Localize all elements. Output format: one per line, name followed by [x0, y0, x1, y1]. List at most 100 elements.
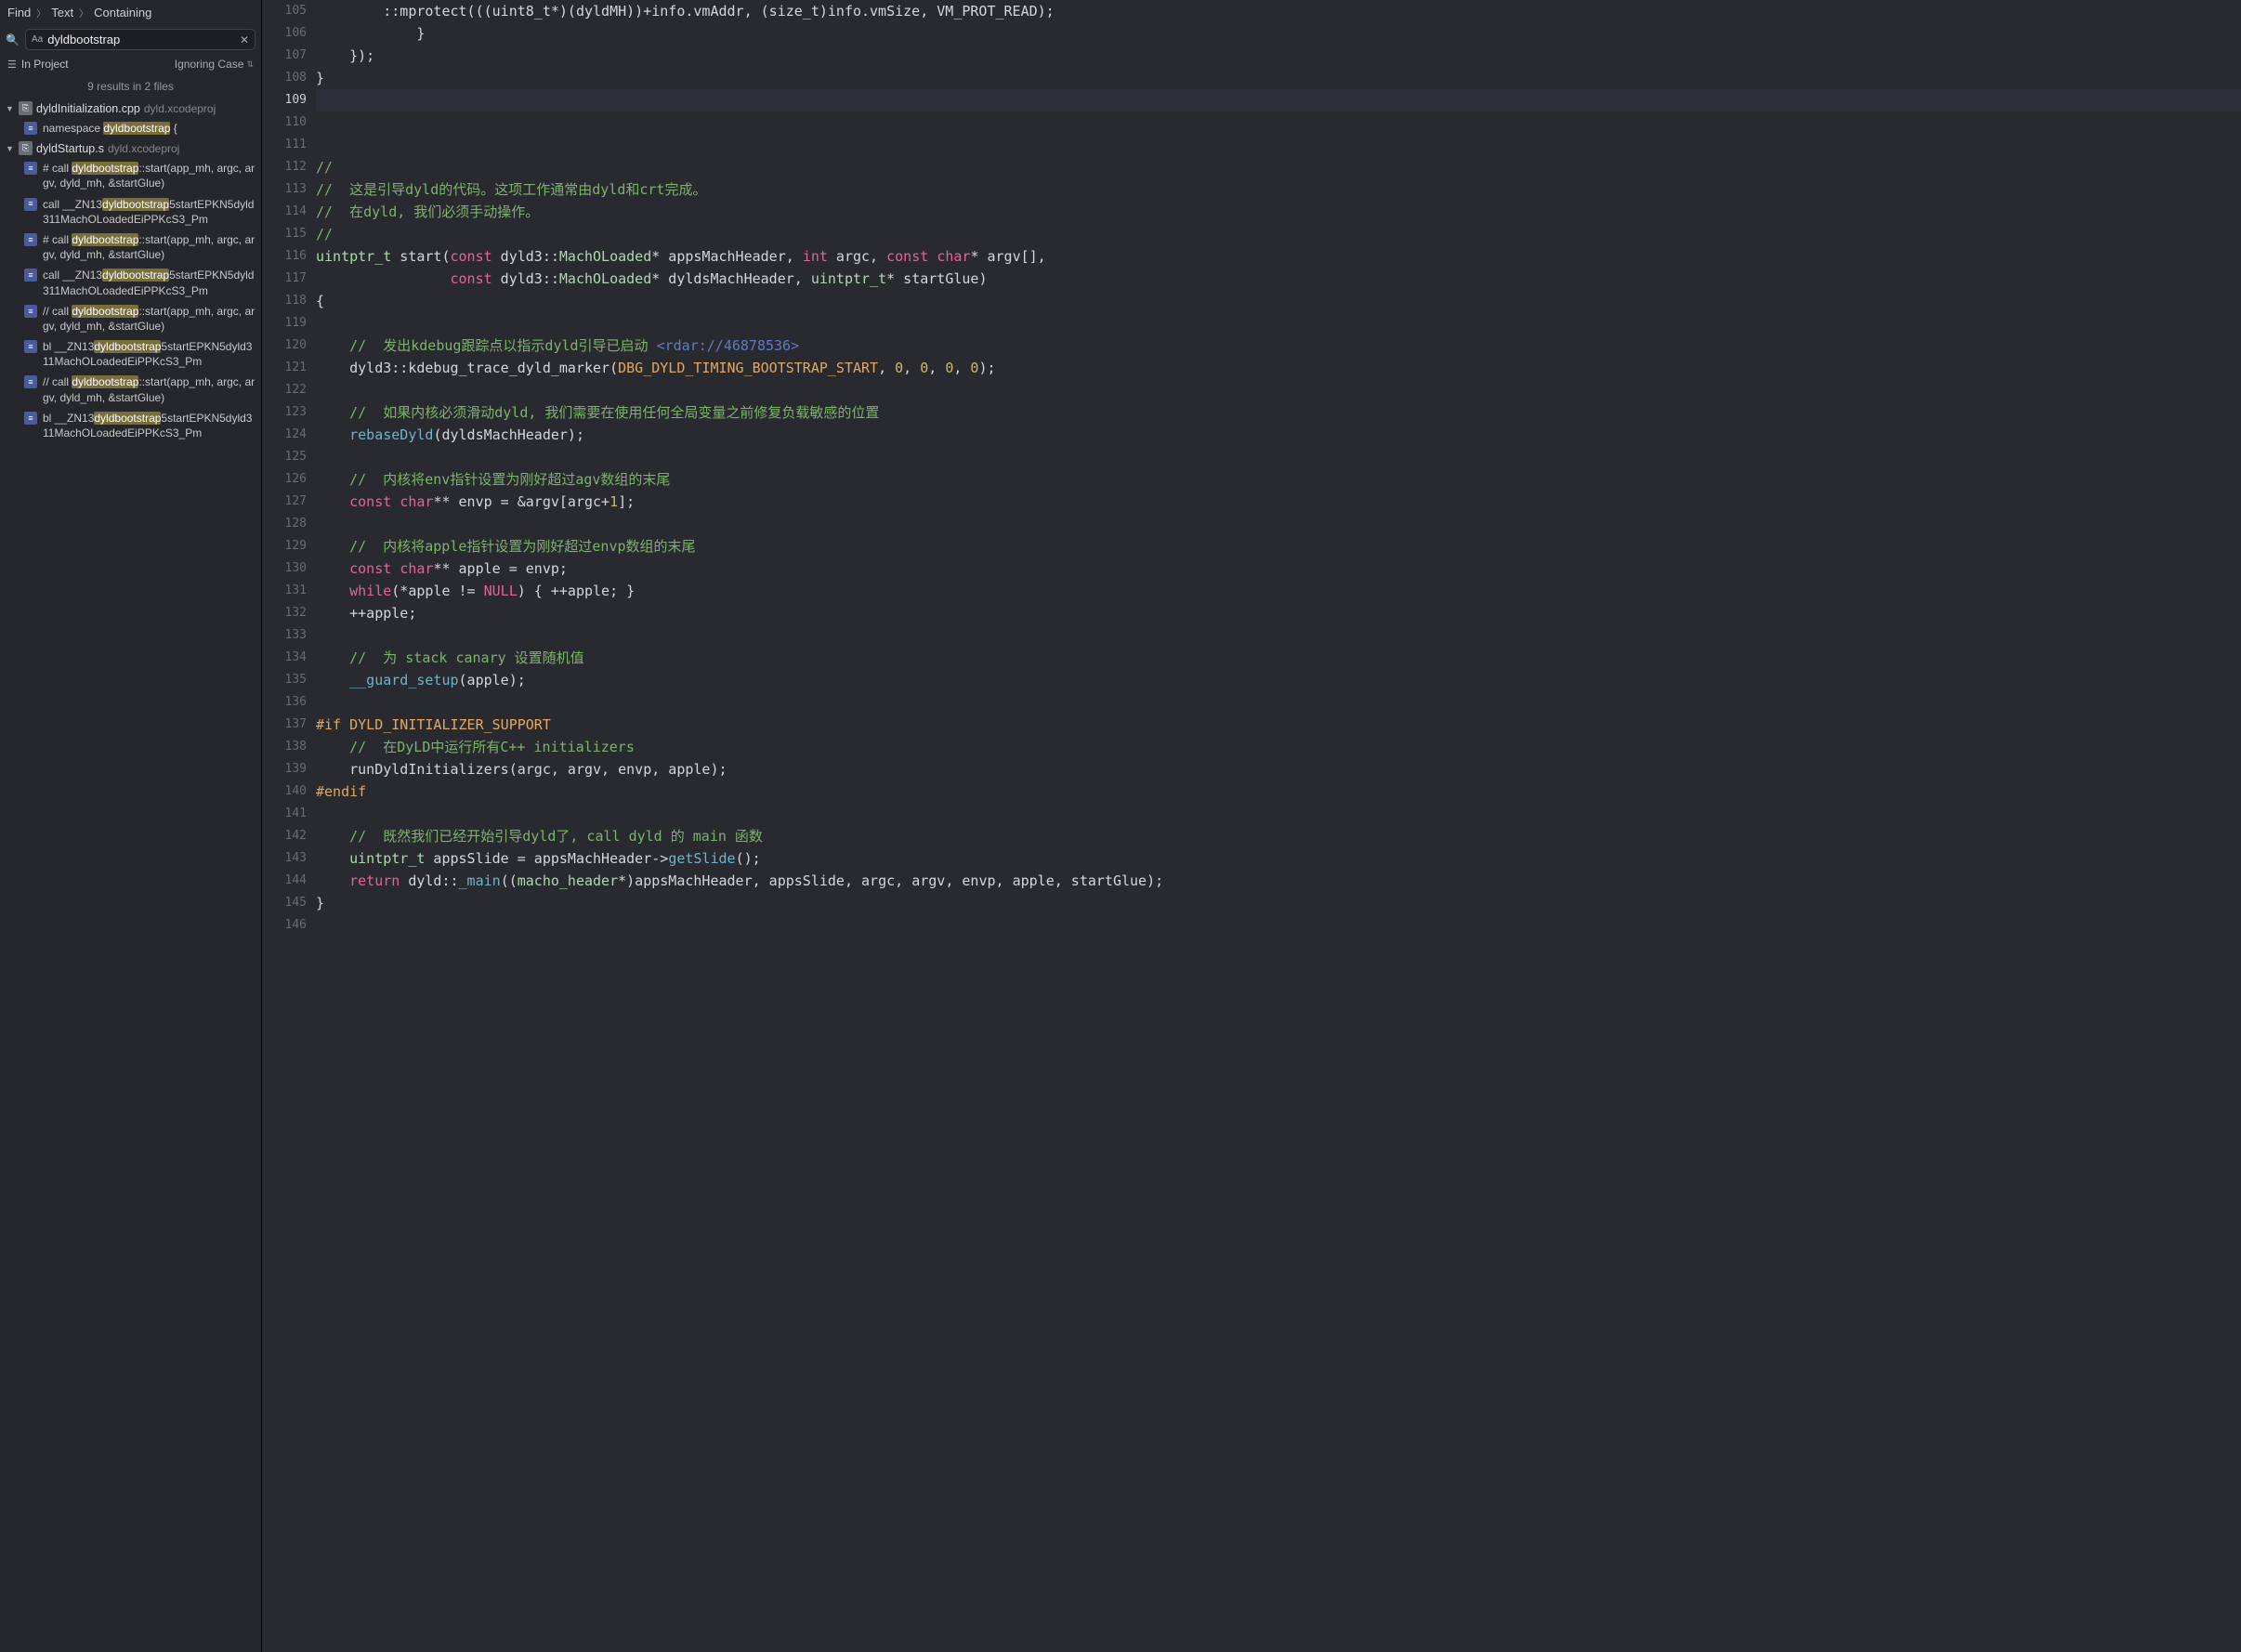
code-line[interactable] [316, 624, 2241, 647]
line-number: 130 [262, 557, 307, 580]
code-line[interactable]: // 为 stack canary 设置随机值 [316, 647, 2241, 669]
line-number: 127 [262, 491, 307, 513]
code-line[interactable]: uintptr_t appsSlide = appsMachHeader->ge… [316, 847, 2241, 870]
match-row[interactable]: ≡ // call dyldbootstrap::start(app_mh, a… [0, 372, 261, 407]
match-text: bl __ZN13dyldbootstrap5startEPKN5dyld311… [43, 411, 256, 440]
match-text: # call dyldbootstrap::start(app_mh, argc… [43, 161, 256, 190]
case-toggle[interactable]: Ignoring Case ⇅ [175, 58, 254, 71]
updown-icon: ⇅ [246, 59, 254, 70]
match-icon: ≡ [24, 340, 37, 353]
match-text: namespace dyldbootstrap { [43, 121, 256, 136]
code-line[interactable]: runDyldInitializers(argc, argv, envp, ap… [316, 758, 2241, 780]
code-line[interactable]: #if DYLD_INITIALIZER_SUPPORT [316, 714, 2241, 736]
code-line[interactable]: rebaseDyld(dyldsMachHeader); [316, 424, 2241, 446]
match-icon: ≡ [24, 233, 37, 246]
line-number: 136 [262, 691, 307, 714]
code-line[interactable] [316, 513, 2241, 535]
line-number: 108 [262, 67, 307, 89]
code-line[interactable]: dyld3::kdebug_trace_dyld_marker(DBG_DYLD… [316, 357, 2241, 379]
breadcrumb-containing[interactable]: Containing [94, 6, 151, 20]
scope-label[interactable]: In Project [21, 58, 69, 71]
code-line[interactable]: ::mprotect(((uint8_t*)(dyldMH))+info.vmA… [316, 0, 2241, 22]
code-line[interactable]: return dyld::_main((macho_header*)appsMa… [316, 870, 2241, 892]
chevron-right-icon: 〉 [79, 6, 88, 20]
breadcrumb-text[interactable]: Text [51, 6, 73, 20]
match-icon: ≡ [24, 305, 37, 318]
code-line[interactable] [316, 89, 2241, 111]
search-input[interactable] [47, 33, 235, 46]
line-number: 146 [262, 914, 307, 937]
match-row[interactable]: ≡ call __ZN13dyldbootstrap5startEPKN5dyl… [0, 265, 261, 300]
code-line[interactable] [316, 914, 2241, 937]
line-number: 112 [262, 156, 307, 178]
file-row[interactable]: ▼ ⎘ dyldStartup.s dyld.xcodeproj [0, 138, 261, 158]
code-line[interactable]: #endif [316, 780, 2241, 803]
match-row[interactable]: ≡ bl __ZN13dyldbootstrap5startEPKN5dyld3… [0, 336, 261, 372]
breadcrumb-find[interactable]: Find [7, 6, 31, 20]
code-line[interactable]: // 如果内核必须滑动dyld, 我们需要在使用任何全局变量之前修复负载敏感的位… [316, 401, 2241, 424]
match-text: bl __ZN13dyldbootstrap5startEPKN5dyld311… [43, 339, 256, 369]
code-line[interactable]: // [316, 156, 2241, 178]
line-number: 109 [262, 89, 307, 111]
code-line[interactable]: ++apple; [316, 602, 2241, 624]
code-line[interactable] [316, 379, 2241, 401]
code-line[interactable] [316, 803, 2241, 825]
code-area[interactable]: ::mprotect(((uint8_t*)(dyldMH))+info.vmA… [316, 0, 2241, 1652]
results-summary: 9 results in 2 files [0, 74, 261, 98]
line-number: 134 [262, 647, 307, 669]
code-line[interactable]: } [316, 892, 2241, 914]
file-project: dyld.xcodeproj [144, 102, 216, 115]
code-line[interactable]: }); [316, 45, 2241, 67]
code-line[interactable]: // 既然我们已经开始引导dyld了, call dyld 的 main 函数 [316, 825, 2241, 847]
code-line[interactable]: // 内核将env指针设置为刚好超过agv数组的末尾 [316, 468, 2241, 491]
line-number: 121 [262, 357, 307, 379]
code-line[interactable]: // [316, 223, 2241, 245]
code-line[interactable]: __guard_setup(apple); [316, 669, 2241, 691]
code-line[interactable] [316, 691, 2241, 714]
search-field-container: Aa ✕ [25, 29, 256, 50]
code-line[interactable]: uintptr_t start(const dyld3::MachOLoaded… [316, 245, 2241, 268]
line-number: 117 [262, 268, 307, 290]
disclosure-triangle-icon[interactable]: ▼ [6, 144, 15, 153]
code-line[interactable]: const char** envp = &argv[argc+1]; [316, 491, 2241, 513]
match-text: call __ZN13dyldbootstrap5startEPKN5dyld3… [43, 197, 256, 227]
match-row[interactable]: ≡ # call dyldbootstrap::start(app_mh, ar… [0, 158, 261, 193]
line-number: 123 [262, 401, 307, 424]
line-number: 120 [262, 334, 307, 357]
code-line[interactable]: while(*apple != NULL) { ++apple; } [316, 580, 2241, 602]
disclosure-triangle-icon[interactable]: ▼ [6, 104, 15, 113]
code-line[interactable]: // 在DyLD中运行所有C++ initializers [316, 736, 2241, 758]
code-line[interactable]: } [316, 67, 2241, 89]
find-navigator: Find 〉 Text 〉 Containing 🔍 Aa ✕ ☰ In Pro… [0, 0, 262, 1652]
code-line[interactable]: // 这是引导dyld的代码。这项工作通常由dyld和crt完成。 [316, 178, 2241, 201]
code-line[interactable]: { [316, 290, 2241, 312]
code-line[interactable]: } [316, 22, 2241, 45]
code-line[interactable] [316, 312, 2241, 334]
match-text: # call dyldbootstrap::start(app_mh, argc… [43, 232, 256, 262]
code-line[interactable]: const char** apple = envp; [316, 557, 2241, 580]
clear-icon[interactable]: ✕ [240, 33, 249, 46]
line-number: 140 [262, 780, 307, 803]
line-number: 119 [262, 312, 307, 334]
scope-icon[interactable]: ☰ [7, 59, 17, 71]
match-row[interactable]: ≡ call __ZN13dyldbootstrap5startEPKN5dyl… [0, 194, 261, 229]
code-line[interactable] [316, 446, 2241, 468]
code-line[interactable] [316, 111, 2241, 134]
line-number: 114 [262, 201, 307, 223]
code-line[interactable]: // 内核将apple指针设置为刚好超过envp数组的末尾 [316, 535, 2241, 557]
code-line[interactable]: const dyld3::MachOLoaded* dyldsMachHeade… [316, 268, 2241, 290]
line-number: 142 [262, 825, 307, 847]
file-row[interactable]: ▼ ⎘ dyldInitialization.cpp dyld.xcodepro… [0, 98, 261, 118]
code-editor[interactable]: 1051061071081091101111121131141151161171… [262, 0, 2241, 1652]
code-line[interactable]: // 发出kdebug跟踪点以指示dyld引导已启动 <rdar://46878… [316, 334, 2241, 357]
line-number: 124 [262, 424, 307, 446]
match-row[interactable]: ≡ # call dyldbootstrap::start(app_mh, ar… [0, 229, 261, 265]
search-type-icon[interactable]: Aa [32, 34, 43, 45]
match-text: // call dyldbootstrap::start(app_mh, arg… [43, 304, 256, 334]
results-tree[interactable]: ▼ ⎘ dyldInitialization.cpp dyld.xcodepro… [0, 98, 261, 1652]
match-row[interactable]: ≡ // call dyldbootstrap::start(app_mh, a… [0, 301, 261, 336]
code-line[interactable]: // 在dyld, 我们必须手动操作。 [316, 201, 2241, 223]
code-line[interactable] [316, 134, 2241, 156]
match-row[interactable]: ≡ bl __ZN13dyldbootstrap5startEPKN5dyld3… [0, 408, 261, 443]
match-row[interactable]: ≡ namespace dyldbootstrap { [0, 118, 261, 138]
